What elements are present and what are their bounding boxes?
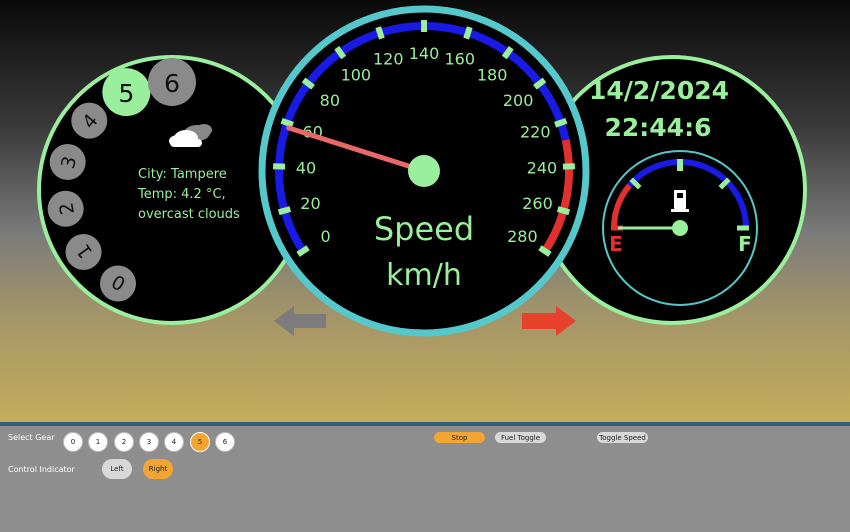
speed-tick-label: 220 <box>520 123 551 142</box>
speedometer: 020406080100120 140 160180200220240260280 … <box>258 5 590 337</box>
gear-button-0[interactable]: 0 <box>63 432 83 452</box>
speed-tick-mark <box>277 206 292 216</box>
gear-indicator-label: 5 <box>118 79 134 108</box>
speed-tick-label: 100 <box>341 66 372 85</box>
weather-description: overcast clouds <box>138 207 240 222</box>
gear-button-2[interactable]: 2 <box>114 432 134 452</box>
speed-tick-label: 280 <box>507 227 538 246</box>
right-indicator-button[interactable]: Right <box>143 459 173 479</box>
clock-date: 14/2/2024 <box>589 76 729 105</box>
weather-temp: Temp: 4.2 °C, <box>137 187 226 202</box>
speed-tick-label: 40 <box>296 158 316 177</box>
gear-button-5[interactable]: 5 <box>190 432 210 452</box>
speed-title: Speed <box>374 210 474 248</box>
speed-tick-label: 20 <box>300 194 320 213</box>
speed-tick-label: 240 <box>527 158 558 177</box>
speed-tick-label: 260 <box>522 194 553 213</box>
fuel-gauge: E F <box>602 150 758 306</box>
speed-unit: km/h <box>386 258 462 293</box>
dashboard-svg: 012345 6 City: Tampere Temp: 4.2 °C, over… <box>37 5 807 337</box>
dashboard-panel: 0123456 City: Tampere Temp: 4.2 °C, over… <box>0 0 850 422</box>
speed-tick-mark <box>556 206 571 216</box>
fuel-full-label: F <box>738 232 752 256</box>
gear-button-4[interactable]: 4 <box>164 432 184 452</box>
fuel-toggle-button[interactable]: Fuel Toggle <box>495 432 546 443</box>
speed-tick-label: 120 <box>373 50 404 69</box>
control-indicator-label: Control Indicator <box>8 465 75 474</box>
speed-tick-label: 180 <box>477 66 508 85</box>
gear-indicator-label: 6 <box>164 69 180 98</box>
left-indicator-button[interactable]: Left <box>102 459 132 479</box>
speed-tick-label: 200 <box>503 91 534 110</box>
speed-tick-label: 0 <box>321 227 331 246</box>
speed-needle-hub <box>408 155 440 187</box>
fuel-needle-hub <box>672 220 688 236</box>
fuel-empty-label: E <box>609 232 623 256</box>
select-gear-label: Select Gear <box>8 433 55 442</box>
weather-city: City: Tampere <box>138 167 227 182</box>
gear-button-3[interactable]: 3 <box>139 432 159 452</box>
gear-button-6[interactable]: 6 <box>215 432 235 452</box>
clock-time: 22:44:6 <box>605 113 712 142</box>
speed-tick-mark <box>554 117 568 128</box>
toggle-speed-button[interactable]: Toggle Speed <box>597 432 648 443</box>
speed-tick-label: 80 <box>320 91 340 110</box>
speed-tick-label: 160 <box>444 50 475 69</box>
stop-button[interactable]: Stop <box>434 432 485 443</box>
right-indicator-arrow <box>522 306 576 336</box>
gear-button-1[interactable]: 1 <box>88 432 108 452</box>
speed-tick-mark <box>280 117 294 128</box>
speed-tick-label: 140 <box>409 44 440 63</box>
left-indicator-arrow <box>274 306 326 336</box>
speed-tick-mark <box>463 26 473 40</box>
speed-tick-mark <box>375 26 385 40</box>
